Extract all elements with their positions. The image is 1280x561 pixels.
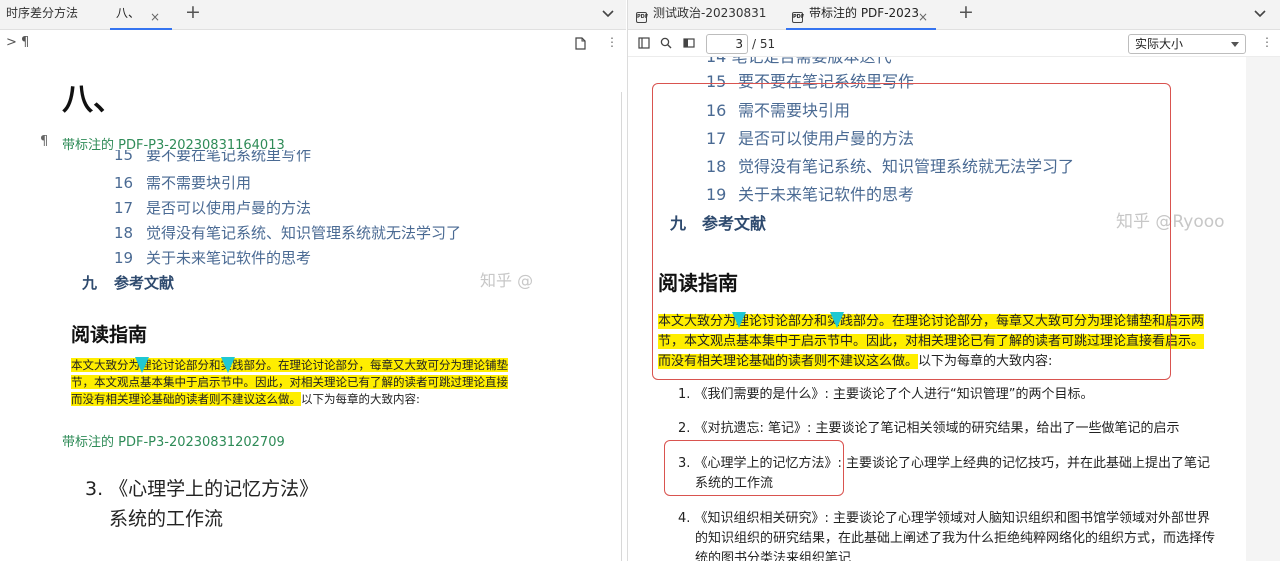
toc-chapter: 九参考文献: [82, 274, 175, 292]
pilcrow-icon[interactable]: ¶: [40, 134, 48, 149]
left-tab-bar: 时序差分方法 八、 × +: [0, 0, 626, 30]
list-item-line: 的知识组织的研究结果，在此基础上阐述了我为什么拒绝纯粹网络化的组织方式，而选择传: [695, 531, 1216, 546]
highlight-line: 节，本文观点基本集中于启示节中。因此，对相关理论已有了解的读者可跳过理论直接: [71, 375, 508, 389]
more-icon[interactable]: ⋮: [1261, 35, 1273, 49]
close-icon[interactable]: ×: [918, 4, 928, 28]
list-item: 3. 《心理学上的记忆方法》 系统的工作流: [85, 474, 318, 534]
list-item-line: 1. 《我们需要的是什么》: 主要谈论了个人进行“知识管理”的两个目标。: [678, 387, 1094, 402]
annotation-marker: [221, 357, 235, 373]
list-item-line: 统的图书分类法来组织笔记: [695, 551, 852, 561]
pdf-annotation-ref-2[interactable]: 带标注的 PDF-P3-20230831202709: [62, 431, 285, 450]
pdf-icon: PDF: [636, 12, 648, 23]
toc-line: 18 觉得没有笔记系统、知识管理系统就无法学习了: [114, 224, 462, 242]
breadcrumb[interactable]: > ¶: [6, 35, 29, 50]
tab-annotated-pdf[interactable]: PDF 带标注的 PDF-2023 ×: [786, 0, 936, 30]
annotation-box[interactable]: [652, 83, 1171, 380]
new-tab-plus-icon[interactable]: +: [958, 0, 974, 24]
toc-line: 17 是否可以使用卢曼的方法: [114, 199, 312, 217]
embedded-pdf-clip: 15 要不要在笔记系统里写作 16 需不需要块引用 17 是否可以使用卢曼的方法 18…: [70, 150, 540, 298]
page-number-input[interactable]: 3: [706, 34, 748, 54]
left-toolbar: > ¶ ⋮: [0, 31, 626, 57]
left-editor-pane: 时序差分方法 八、 × + > ¶ ⋮ 八、 ¶ 带标注的 PDF-P3-202…: [0, 0, 626, 561]
pdf-icon: PDF: [792, 12, 804, 23]
sidebar-toggle-icon[interactable]: [638, 37, 650, 49]
search-icon[interactable]: [660, 37, 672, 49]
list-item-line: 2. 《对抗遗忘: 笔记》: 主要谈论了笔记相关领域的研究结果，给出了一些做笔记…: [678, 421, 1180, 436]
tab-time-difference[interactable]: 时序差分方法: [6, 0, 86, 30]
list-item-line: 3. 《心理学上的记忆方法》: [85, 478, 319, 500]
list-item: 2. 《对抗遗忘: 笔记》: 主要谈论了笔记相关领域的研究结果，给出了一些做笔记…: [678, 419, 1180, 439]
page-title: 八、: [62, 82, 124, 118]
paragraph-tail: 以下为每章的大致内容:: [301, 392, 420, 406]
section-title: 阅读指南: [71, 324, 148, 346]
tab-label: 八、: [116, 6, 141, 20]
tab-label: 时序差分方法: [6, 6, 79, 20]
tab-label: 带标注的 PDF-2023: [809, 6, 920, 20]
list-item-line: 4. 《知识组织相关研究》: 主要谈论了心理学领域对人脑知识组织和图书馆学领域对…: [678, 511, 1211, 526]
zoom-select[interactable]: 实际大小: [1128, 34, 1246, 54]
toc-line: 19 关于未来笔记软件的思考: [114, 249, 312, 267]
chevron-down-icon: [1231, 42, 1239, 47]
tab-test-politics[interactable]: PDF 测试政治-20230831: [636, 0, 776, 30]
new-tab-plus-icon[interactable]: +: [185, 0, 201, 24]
close-icon[interactable]: ×: [150, 4, 160, 28]
scrollbar[interactable]: [621, 92, 622, 561]
app-window: 时序差分方法 八、 × + > ¶ ⋮ 八、 ¶ 带标注的 PDF-P3-202…: [0, 0, 1280, 561]
right-tab-bar: PDF 测试政治-20230831 PDF 带标注的 PDF-2023 × +: [628, 0, 1280, 30]
annotation-marker: [135, 357, 149, 373]
pdf-toolbar: 3 / 51 实际大小 ⋮: [628, 31, 1280, 57]
zoom-value: 实际大小: [1135, 37, 1184, 51]
more-icon[interactable]: ⋮: [606, 35, 618, 49]
annotation-box[interactable]: [664, 440, 844, 496]
toc-line: 14 笔记是否需要版本迭代: [706, 57, 891, 67]
tab-label: 测试政治-20230831: [653, 6, 767, 20]
watermark: 知乎 @: [480, 271, 534, 290]
toc-line: 15 要不要在笔记系统里写作: [114, 150, 312, 164]
list-item-line: 系统的工作流: [109, 508, 224, 530]
chevron-down-icon[interactable]: [601, 6, 615, 20]
document-icon[interactable]: [575, 37, 586, 50]
highlight-line: 而没有相关理论基础的读者则不建议这么做。: [71, 392, 301, 406]
page-total: / 51: [752, 37, 776, 51]
toc-line: 16 需不需要块引用: [114, 174, 252, 192]
right-pdf-pane: PDF 测试政治-20230831 PDF 带标注的 PDF-2023 × +: [627, 0, 1280, 561]
chevron-down-icon[interactable]: [1253, 6, 1267, 20]
scrollbar[interactable]: [1246, 57, 1280, 561]
list-item: 1. 《我们需要的是什么》: 主要谈论了个人进行“知识管理”的两个目标。: [678, 385, 1094, 405]
list-item: 4. 《知识组织相关研究》: 主要谈论了心理学领域对人脑知识组织和图书馆学领域对…: [678, 509, 1215, 561]
tab-chapter-8[interactable]: 八、 ×: [110, 0, 172, 30]
page-icon[interactable]: [683, 37, 695, 49]
